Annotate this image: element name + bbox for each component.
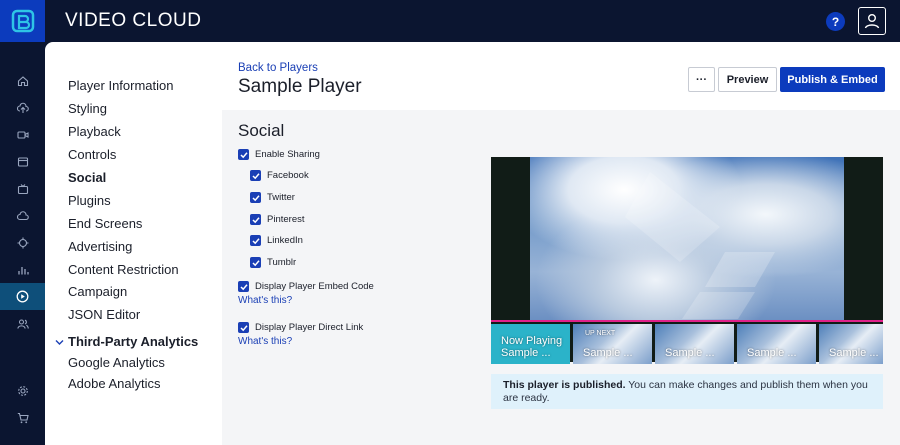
embed-code-checkbox[interactable]: Display Player Embed Code — [238, 281, 374, 292]
nav-item-google-analytics[interactable]: Google Analytics — [68, 355, 165, 370]
linkedin-checkbox[interactable]: LinkedIn — [250, 235, 303, 246]
published-notice: This player is published. You can make c… — [491, 374, 883, 409]
checkbox-checked-icon — [250, 170, 261, 181]
brightcove-logo[interactable] — [0, 0, 45, 42]
help-button[interactable]: ? — [826, 12, 845, 31]
chevron-down-icon[interactable] — [55, 339, 64, 346]
user-icon — [864, 14, 880, 29]
tumblr-checkbox[interactable]: Tumblr — [250, 257, 296, 268]
pinterest-checkbox[interactable]: Pinterest — [250, 214, 305, 225]
page-title: Sample Player — [238, 76, 362, 97]
notice-bold-text: This player is published. — [503, 379, 626, 391]
checkbox-checked-icon — [250, 214, 261, 225]
players-icon[interactable] — [0, 283, 45, 310]
live-tv-icon[interactable] — [0, 175, 45, 202]
checkbox-label: Display Player Direct Link — [255, 322, 364, 333]
checkbox-label: LinkedIn — [267, 235, 303, 246]
gallery-icon[interactable] — [0, 148, 45, 175]
nav-item-player-information[interactable]: Player Information — [68, 78, 174, 93]
cart-icon[interactable] — [0, 404, 45, 431]
playlist-item-up-next[interactable]: UP NEXT Sample ... — [573, 324, 652, 364]
nav-item-advertising[interactable]: Advertising — [68, 239, 132, 254]
users-icon[interactable] — [0, 310, 45, 337]
enable-sharing-checkbox[interactable]: Enable Sharing — [238, 149, 320, 160]
playlist-item[interactable]: Sample ... — [737, 324, 816, 364]
playlist-item[interactable]: Sample ... — [655, 324, 734, 364]
home-icon[interactable] — [0, 67, 45, 94]
twitter-checkbox[interactable]: Twitter — [250, 192, 295, 203]
player-preview[interactable] — [491, 157, 883, 321]
brightcove-watermark-icon — [625, 172, 775, 319]
direct-link-help-link[interactable]: What's this? — [238, 336, 292, 347]
checkbox-label: Tumblr — [267, 257, 297, 268]
upload-icon[interactable] — [0, 94, 45, 121]
nav-item-plugins[interactable]: Plugins — [68, 193, 111, 208]
app-title: VIDEO CLOUD — [65, 10, 202, 31]
playlist-item-label: Sample ... — [829, 347, 879, 359]
checkbox-checked-icon — [238, 149, 249, 160]
video-frame[interactable] — [530, 157, 844, 321]
analytics-icon[interactable] — [0, 256, 45, 283]
back-to-players-link[interactable]: Back to Players — [238, 62, 318, 74]
checkbox-label: Pinterest — [267, 214, 305, 225]
nav-item-playback[interactable]: Playback — [68, 124, 121, 139]
nav-item-social[interactable]: Social — [68, 170, 106, 185]
more-options-button[interactable]: ··· — [688, 67, 715, 92]
nav-item-styling[interactable]: Styling — [68, 101, 107, 116]
checkbox-label: Display Player Embed Code — [255, 281, 374, 292]
checkbox-checked-icon — [250, 192, 261, 203]
user-account-button[interactable] — [858, 7, 886, 35]
publish-embed-button[interactable]: Publish & Embed — [780, 67, 885, 92]
up-next-badge: UP NEXT — [585, 330, 616, 337]
playlist-item-label: Sample ... — [665, 347, 715, 359]
cloud-icon[interactable] — [0, 202, 45, 229]
brightcove-logo-icon — [11, 9, 34, 33]
checkbox-label: Enable Sharing — [255, 149, 320, 160]
facebook-checkbox[interactable]: Facebook — [250, 170, 309, 181]
playlist-item-now-playing[interactable]: Now Playing Sample ... — [491, 324, 570, 364]
nav-item-content-restriction[interactable]: Content Restriction — [68, 262, 179, 277]
checkbox-checked-icon — [250, 257, 261, 268]
nav-item-json-editor[interactable]: JSON Editor — [68, 307, 140, 322]
page-header: Back to Players Sample Player ··· Previe… — [222, 42, 900, 110]
nav-item-end-screens[interactable]: End Screens — [68, 216, 142, 231]
section-title: Social — [238, 121, 285, 140]
checkbox-label: Twitter — [267, 192, 295, 203]
module-rail — [0, 42, 45, 445]
video-camera-icon[interactable] — [0, 121, 45, 148]
nav-item-campaign[interactable]: Campaign — [68, 284, 127, 299]
top-bar: VIDEO CLOUD ? — [0, 0, 900, 42]
playlist-strip: Now Playing Sample ... UP NEXT Sample ..… — [491, 320, 883, 364]
player-settings-nav: Player Information Styling Playback Cont… — [45, 42, 222, 445]
checkbox-checked-icon — [250, 235, 261, 246]
checkbox-label: Facebook — [267, 170, 309, 181]
settings-gear-icon[interactable] — [0, 377, 45, 404]
playlist-item-label: Now Playing Sample ... — [501, 335, 563, 359]
playlist-item-label: Sample ... — [747, 347, 797, 359]
playlist-item[interactable]: Sample ... — [819, 324, 883, 364]
nav-item-controls[interactable]: Controls — [68, 147, 116, 162]
checkbox-checked-icon — [238, 281, 249, 292]
direct-link-checkbox[interactable]: Display Player Direct Link — [238, 322, 363, 333]
nav-item-adobe-analytics[interactable]: Adobe Analytics — [68, 376, 161, 391]
crosshair-icon[interactable] — [0, 229, 45, 256]
playlist-item-label: Sample ... — [583, 347, 633, 359]
checkbox-checked-icon — [238, 322, 249, 333]
embed-code-help-link[interactable]: What's this? — [238, 295, 292, 306]
preview-button[interactable]: Preview — [718, 67, 777, 92]
main-content: Back to Players Sample Player ··· Previe… — [222, 42, 900, 445]
nav-group-third-party-analytics[interactable]: Third-Party Analytics — [68, 334, 198, 349]
